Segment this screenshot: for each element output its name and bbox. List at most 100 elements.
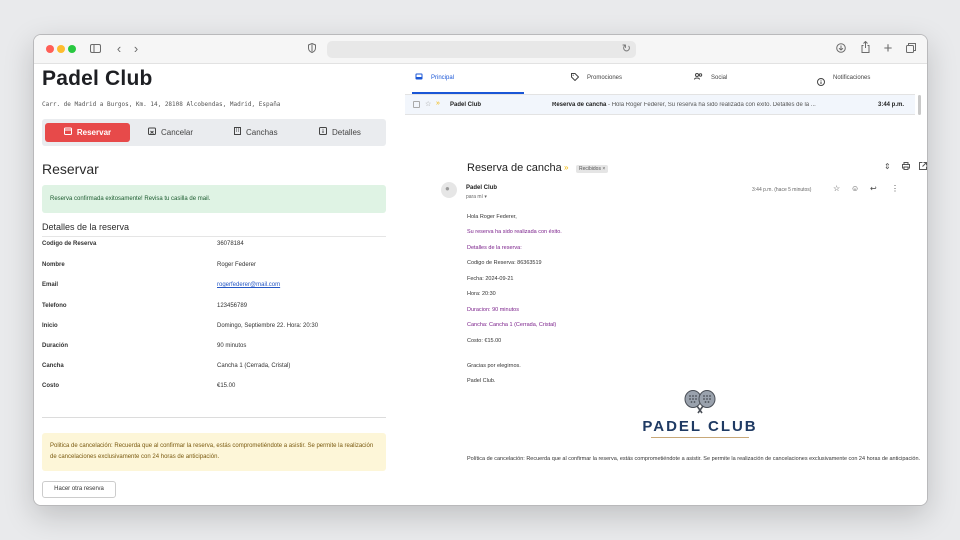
nav-canchas[interactable]: Canchas (228, 123, 284, 142)
tab-notificaciones[interactable]: Notificaciones (817, 68, 870, 88)
message-line: Hola Roger Federer, (467, 214, 517, 220)
message-line: Fecha: 2024-09-21 (467, 276, 514, 282)
message-line: Costo: €15.00 (467, 338, 502, 344)
message-line: Su reserva ha sido realizada con éxito. (467, 229, 562, 235)
padel-rackets-icon (684, 390, 716, 414)
cancellation-policy-alert: Politica de cancelación: Recuerda que al… (42, 433, 386, 471)
detail-value: Cancha 1 (Cerrada, Cristal) (217, 363, 291, 369)
print-icon[interactable] (902, 162, 910, 172)
detail-row-phone: Telefono 123456789 (42, 303, 386, 315)
detail-row-email: Email rogerfederer@mail.com (42, 282, 386, 294)
row-subject-title: Reserva de cancha (552, 102, 607, 108)
message-line: Cancha: Cancha 1 (Cerrada, Cristal) (467, 322, 557, 328)
app-nav: Reservar Cancelar Canchas Detalles (42, 119, 386, 146)
building-icon (234, 123, 241, 142)
url-bar[interactable]: ↻ (327, 41, 636, 58)
detail-value: Roger Federer (217, 262, 257, 268)
detail-value: €15.00 (217, 383, 236, 389)
browser-window: ‹ › ↻ + Padel Club Carr. de Madrid a Bur… (33, 34, 928, 506)
details-title: Detalles de la reserva (42, 222, 130, 232)
open-new-window-icon[interactable] (919, 162, 927, 172)
detail-key: Costo (42, 383, 59, 389)
minimize-window-button[interactable] (57, 45, 65, 53)
tab-principal[interactable]: Principal (415, 73, 454, 82)
star-icon[interactable]: ☆ (833, 184, 840, 193)
detail-key: Cancha (42, 363, 64, 369)
message-line: Detalles de la reserva: (467, 245, 522, 251)
detail-row-name: Nombre Roger Federer (42, 262, 386, 274)
detail-key: Nombre (42, 262, 65, 268)
detail-value: Domingo, Septiembre 22. Hora: 20:30 (217, 323, 319, 329)
detail-value: 36078184 (217, 241, 244, 247)
row-snippet: - Hola Roger Federer, Su reserva ha sido… (606, 102, 816, 108)
detail-row-start: Inicio Domingo, Septiembre 22. Hora: 20:… (42, 323, 386, 335)
scrollbar[interactable] (918, 95, 921, 115)
tag-icon (571, 73, 580, 83)
detail-key: Inicio (42, 323, 58, 329)
inbox-row[interactable]: ☆ » Padel Club Reserva de cancha - Hola … (405, 95, 915, 115)
nav-detalles[interactable]: Detalles (313, 123, 367, 142)
emoji-icon[interactable]: ☺ (851, 184, 859, 193)
sidebar-toggle-icon[interactable] (88, 41, 102, 57)
tab-promociones[interactable]: Promociones (571, 73, 622, 83)
browser-toolbar: ‹ › ↻ + (34, 35, 927, 64)
new-reservation-button[interactable]: Hacer otra reserva (42, 481, 116, 498)
inbox-icon (415, 73, 423, 82)
detail-value: 90 minutos (217, 343, 247, 349)
message-recipient[interactable]: para mí ▾ (466, 194, 487, 200)
download-icon[interactable] (834, 41, 848, 57)
reply-icon[interactable]: ↩ (870, 184, 877, 193)
reservation-app: Padel Club Carr. de Madrid a Burgos, Km.… (34, 64, 399, 505)
more-options-icon[interactable]: ⋮ (891, 184, 899, 193)
tab-label: Principal (431, 74, 455, 81)
important-marker-icon[interactable]: » (564, 163, 568, 172)
inbox-label-chip[interactable]: Recibidos × (576, 165, 609, 173)
divider (42, 417, 386, 418)
nav-cancelar[interactable]: Cancelar (142, 123, 199, 142)
back-icon[interactable]: ‹ (114, 41, 124, 57)
info-icon (319, 123, 327, 142)
nav-reservar[interactable]: Reservar (45, 123, 130, 142)
message-line: Gracias por elegirnos. (467, 363, 521, 369)
message-policy: Política de cancelación: Recuerda que al… (467, 456, 921, 462)
row-subject: Reserva de cancha - Hola Roger Federer, … (552, 102, 852, 108)
detail-row-code: Codigo de Reserva 36078184 (42, 241, 386, 253)
forward-icon[interactable]: › (131, 41, 141, 57)
mail-tabs: Principal Promociones Social Notificacio… (405, 64, 927, 94)
detail-key: Telefono (42, 303, 67, 309)
padel-club-logo: PADEL CLUB (635, 390, 765, 445)
section-title: Reservar (42, 161, 99, 177)
detail-key: Codigo de Reserva (42, 241, 97, 247)
row-checkbox[interactable] (413, 101, 420, 108)
person-icon: ● (445, 184, 450, 193)
calendar-x-icon (148, 123, 156, 142)
zoom-window-button[interactable] (68, 45, 76, 53)
message-line: Padel Club. (467, 378, 496, 384)
avatar: ● (441, 182, 457, 198)
success-alert: Reserva confirmada exitosamente! Revisa … (42, 185, 386, 213)
row-time: 3:44 p.m. (878, 102, 905, 108)
logo-text: PADEL CLUB (642, 418, 758, 435)
important-marker-icon[interactable]: » (436, 100, 440, 107)
detail-row-cost: Costo €15.00 (42, 383, 386, 395)
message-time: 3:44 p.m. (hace 5 minutos) (752, 187, 812, 193)
detail-key: Duración (42, 343, 69, 349)
new-tab-icon[interactable]: + (881, 41, 895, 57)
tab-overview-icon[interactable] (904, 41, 918, 57)
privacy-shield-icon[interactable] (306, 41, 318, 57)
people-icon (694, 73, 703, 82)
expand-icon[interactable]: ⇕ (884, 162, 891, 171)
tab-label: Notificaciones (833, 75, 871, 81)
logo-underline (651, 437, 749, 438)
tab-social[interactable]: Social (694, 73, 727, 82)
message-sender[interactable]: Padel Club (466, 185, 497, 191)
share-icon[interactable] (858, 40, 872, 57)
close-window-button[interactable] (46, 45, 54, 53)
detail-key: Email (42, 282, 59, 288)
email-link[interactable]: rogerfederer@mail.com (217, 282, 280, 288)
star-icon[interactable]: ☆ (425, 100, 431, 108)
club-address: Carr. de Madrid a Burgos, Km. 14, 28108 … (42, 101, 281, 108)
message-line: Duracion: 90 minutos (467, 307, 519, 313)
nav-label: Canchas (246, 128, 278, 137)
reload-icon[interactable]: ↻ (622, 42, 631, 55)
